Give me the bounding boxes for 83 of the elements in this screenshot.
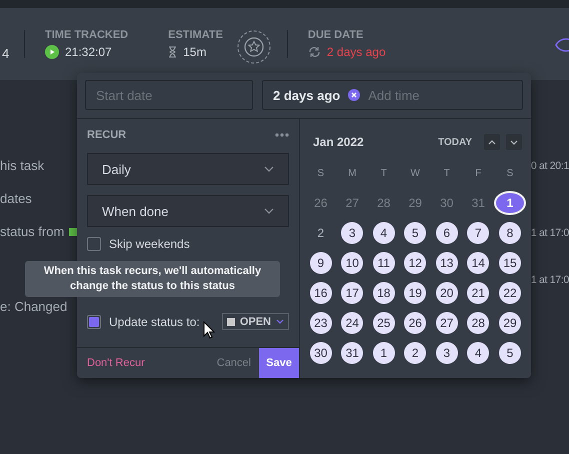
repeat-icon (308, 46, 321, 58)
calendar-day[interactable]: 4 (467, 342, 490, 364)
count-text: 4 (1, 46, 10, 60)
today-button[interactable]: TODAY (438, 136, 472, 148)
chevron-down-icon (264, 208, 274, 214)
calendar-day[interactable]: 18 (372, 282, 395, 304)
calendar-day[interactable]: 28 (467, 312, 490, 334)
calendar-day[interactable]: 14 (467, 252, 490, 274)
star-button-icon[interactable] (236, 30, 271, 64)
weekday-label: W (410, 166, 420, 180)
weekday-label: S (317, 166, 324, 180)
weekday-label: F (475, 166, 482, 180)
calendar-day[interactable]: 4 (372, 222, 395, 244)
activity-time: 1 at 17:0 (530, 227, 569, 239)
activity-time: 1 at 17:0 (530, 274, 569, 286)
calendar-day[interactable]: 2 (404, 342, 426, 364)
due-date-value: 2 days ago (326, 45, 386, 59)
estimate-value: 15m (183, 45, 206, 59)
checkbox[interactable] (87, 314, 101, 328)
trigger-dropdown[interactable]: When done (87, 195, 289, 227)
calendar-day[interactable]: 20 (436, 282, 458, 304)
cursor-icon (203, 321, 215, 339)
calendar-day[interactable]: 7 (467, 222, 490, 244)
calendar-day[interactable]: 2 (310, 222, 332, 244)
status-dropdown[interactable]: OPEN (222, 313, 289, 330)
weekday-label: T (380, 166, 387, 180)
calendar-day[interactable]: 24 (341, 312, 364, 334)
calendar-day[interactable]: 15 (499, 252, 521, 274)
calendar-day[interactable]: 5 (404, 222, 426, 244)
chevron-up-icon (488, 140, 496, 144)
section-title: RECUR (87, 129, 126, 141)
previous-month-button[interactable] (484, 134, 500, 150)
activity-text: dates (0, 191, 33, 206)
calendar-day[interactable]: 11 (372, 252, 395, 274)
calendar-day[interactable]: 12 (404, 252, 426, 274)
calendar-day[interactable]: 23 (310, 312, 332, 334)
chevron-down-icon (276, 319, 284, 324)
next-month-button[interactable] (506, 134, 522, 150)
weekday-label: M (348, 166, 356, 180)
calendar-day[interactable]: 1 (494, 191, 526, 215)
calendar-day[interactable]: 3 (436, 342, 458, 364)
calendar-day[interactable]: 16 (310, 282, 332, 304)
checkbox-label: Update status to: (109, 314, 200, 328)
chevron-down-icon (264, 166, 274, 172)
frequency-dropdown[interactable]: Daily (87, 153, 289, 185)
calendar-day[interactable]: 3 (341, 222, 364, 244)
calendar-day[interactable]: 25 (372, 312, 395, 334)
activity-text: status from (0, 224, 78, 239)
calendar-day[interactable]: 26 (404, 312, 426, 334)
calendar-day[interactable]: 6 (436, 222, 458, 244)
calendar-day[interactable]: 27 (436, 312, 458, 334)
activity-text: e: Changed (0, 299, 68, 314)
stat-label: TIME TRACKED (45, 29, 128, 41)
calendar-day[interactable]: 9 (310, 252, 332, 274)
chevron-down-icon (510, 140, 518, 144)
calendar-day[interactable]: 19 (404, 282, 426, 304)
tooltip: When this task recurs, we'll automatically change the status to this status (25, 261, 280, 297)
calendar-day[interactable]: 8 (499, 222, 521, 244)
play-icon[interactable] (45, 45, 59, 59)
calendar-day[interactable]: 22 (499, 282, 521, 304)
calendar-day[interactable]: 5 (499, 342, 521, 364)
time-tracked-value: 21:32:07 (65, 45, 112, 59)
checkbox[interactable] (87, 237, 101, 251)
stat-label: ESTIMATE (168, 29, 223, 41)
calendar-day[interactable]: 31 (341, 342, 364, 364)
activity-time: 0 at 20:1 (530, 160, 569, 172)
calendar-day[interactable]: 30 (310, 342, 332, 364)
weekday-label: S (506, 166, 514, 180)
calendar-day[interactable]: 10 (341, 252, 364, 274)
calendar-day[interactable]: 1 (372, 342, 395, 364)
clear-icon[interactable] (348, 89, 360, 101)
calendar-day[interactable]: 17 (341, 282, 364, 304)
calendar-day[interactable]: 13 (436, 252, 458, 274)
save-button[interactable]: Save (259, 348, 299, 378)
weekday-label: T (444, 166, 450, 180)
activity-text: his task (0, 158, 46, 173)
calendar-day[interactable]: 21 (467, 282, 490, 304)
more-icon[interactable] (275, 133, 289, 137)
hourglass-icon (168, 46, 178, 58)
stat-label: DUE DATE (308, 29, 364, 41)
month-title: Jan 2022 (313, 135, 365, 149)
checkbox-label: Skip weekends (109, 237, 190, 251)
calendar-day[interactable]: 29 (499, 312, 521, 334)
